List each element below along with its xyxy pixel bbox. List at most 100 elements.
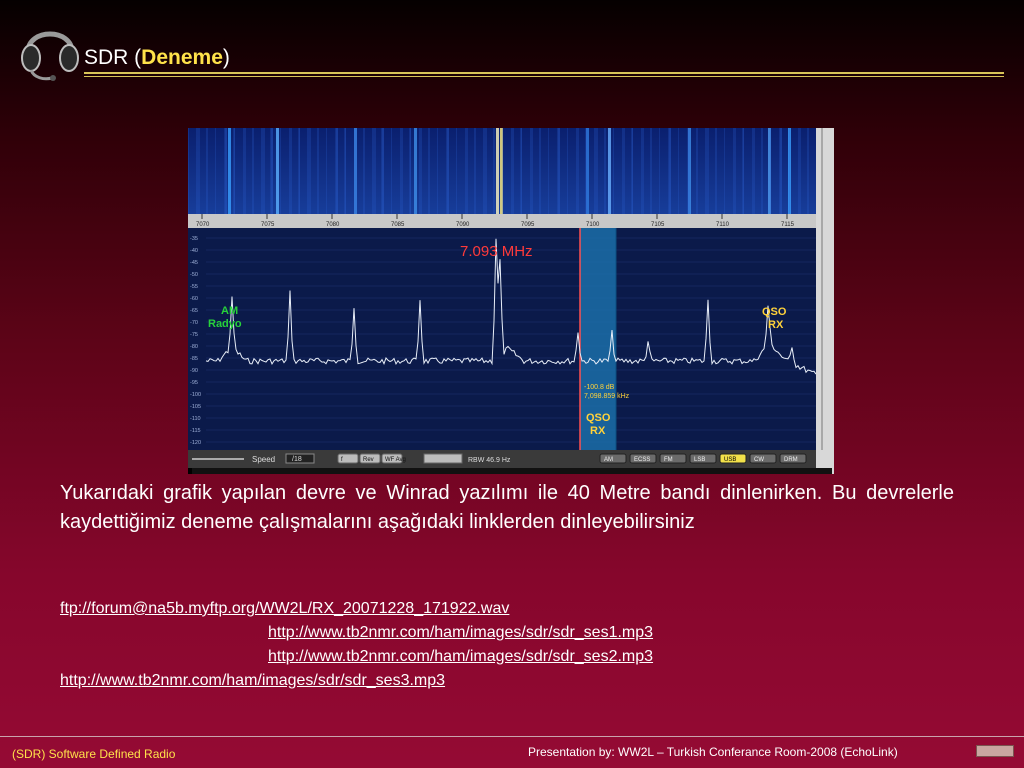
speed-label: Speed — [252, 455, 275, 464]
db-tick-label: -70 — [190, 320, 198, 326]
waterfall-noise — [678, 128, 679, 214]
waterfall-noise — [548, 128, 549, 214]
waterfall-noise — [391, 128, 392, 214]
db-tick-label: -115 — [190, 428, 201, 434]
freq-tick-label: 7070 — [196, 222, 210, 228]
waterfall-noise — [779, 128, 782, 214]
mode-button-label: DRM — [784, 457, 798, 463]
db-tick-label: -90 — [190, 368, 198, 374]
db-tick-label: -105 — [190, 404, 201, 410]
footer-divider — [0, 736, 1024, 737]
waterfall-noise — [733, 128, 736, 214]
link-ses2[interactable]: http://www.tb2nmr.com/ham/images/sdr/sdr… — [268, 648, 653, 666]
waterfall-noise — [557, 128, 560, 214]
footer-title: (SDR) Software Defined Radio — [12, 747, 176, 761]
waterfall-noise — [604, 128, 606, 214]
waterfall-noise — [206, 128, 208, 214]
mode-button-label: USB — [724, 457, 736, 463]
waterfall-noise — [298, 128, 300, 214]
slide-nav-button[interactable] — [976, 745, 1014, 757]
waterfall-noise — [419, 128, 422, 214]
waterfall-noise — [335, 128, 338, 214]
freq-tick-label: 7100 — [586, 222, 600, 228]
waterfall-noise — [595, 128, 598, 214]
waterfall-streak — [276, 128, 279, 214]
svg-text:/18: /18 — [292, 456, 302, 463]
waterfall-noise — [400, 128, 403, 214]
freq-tick-label: 7085 — [391, 222, 405, 228]
nav-arrows[interactable] — [423, 453, 463, 464]
headset-icon — [21, 31, 79, 81]
waterfall-noise — [243, 128, 246, 214]
waterfall-noise — [622, 128, 625, 214]
freq-tick-label: 7090 — [456, 222, 470, 228]
waterfall-noise — [483, 128, 484, 214]
waterfall-noise — [270, 128, 273, 214]
db-tick-label: -50 — [190, 272, 198, 278]
rbw-readout: RBW 46.9 Hz — [468, 457, 511, 464]
db-tick-label: -65 — [190, 308, 198, 314]
waterfall-noise — [188, 128, 189, 214]
waterfall-noise — [354, 128, 357, 214]
link-rx-wav[interactable]: ftp://forum@na5b.myftp.org/WW2L/RX_20071… — [60, 600, 509, 618]
waterfall-noise — [798, 128, 801, 214]
waterfall-noise — [807, 128, 809, 214]
footer-credit: Presentation by: WW2L – Turkish Conferan… — [528, 745, 898, 759]
db-tick-label: -120 — [190, 440, 201, 446]
mode-button-label: ECSS — [634, 457, 650, 463]
am-label-1: AM — [221, 305, 238, 317]
waterfall-noise — [317, 128, 319, 214]
waterfall-noise — [752, 128, 755, 214]
waterfall-noise — [631, 128, 633, 214]
waterfall-noise — [381, 128, 384, 214]
center-qso-2: RX — [590, 425, 606, 437]
waterfall-noise — [261, 128, 262, 214]
control-button-label: Rev — [363, 457, 374, 463]
center-qso-1: QSO — [586, 412, 611, 424]
waterfall-noise — [567, 128, 568, 214]
waterfall-noise — [307, 128, 308, 214]
link-ses1[interactable]: http://www.tb2nmr.com/ham/images/sdr/sdr… — [268, 624, 653, 642]
freq-tick-label: 7080 — [326, 222, 340, 228]
db-tick-label: -35 — [190, 236, 198, 242]
waterfall-noise — [308, 128, 311, 214]
qso-label-1: QSO — [762, 306, 787, 318]
spectrum-plot — [188, 228, 816, 450]
link-ses3[interactable]: http://www.tb2nmr.com/ham/images/sdr/sdr… — [60, 672, 445, 690]
waterfall-noise — [456, 128, 457, 214]
waterfall-noise — [493, 128, 495, 214]
waterfall-noise — [437, 128, 438, 214]
waterfall-noise — [706, 128, 709, 214]
waterfall-streak — [496, 128, 499, 214]
waterfall-noise — [196, 128, 197, 214]
title-divider-thin — [84, 76, 1004, 77]
waterfall-noise — [262, 128, 265, 214]
waterfall-noise — [705, 128, 706, 214]
waterfall-noise — [696, 128, 698, 214]
waterfall-noise — [252, 128, 254, 214]
waterfall-noise — [344, 128, 346, 214]
waterfall-noise — [687, 128, 690, 214]
am-label-2: Radyo — [208, 318, 242, 330]
db-tick-label: -75 — [190, 332, 198, 338]
sdr-screenshot: 7070 7075 7080 7085 7090 7095 7100 7105 7110 7115… — [188, 128, 834, 474]
waterfall-noise — [715, 128, 717, 214]
mode-button-label: AM — [604, 457, 613, 463]
waterfall-noise — [363, 128, 365, 214]
waterfall-noise — [280, 128, 281, 214]
db-tick-label: -40 — [190, 248, 198, 254]
waterfall-noise — [409, 128, 411, 214]
qso-label-2: RX — [768, 319, 784, 331]
waterfall-noise — [576, 128, 579, 214]
waterfall-noise — [373, 128, 376, 214]
waterfall-noise — [502, 128, 503, 214]
waterfall-noise — [215, 128, 216, 214]
freq-tick-label: 7095 — [521, 222, 535, 228]
waterfall-noise — [224, 128, 227, 214]
waterfall-noise — [668, 128, 671, 214]
title-divider — [84, 72, 1004, 74]
waterfall-noise — [585, 128, 587, 214]
freq-tick-label: 7075 — [261, 222, 275, 228]
db-tick-label: -100 — [190, 392, 201, 398]
waterfall-noise — [761, 128, 763, 214]
